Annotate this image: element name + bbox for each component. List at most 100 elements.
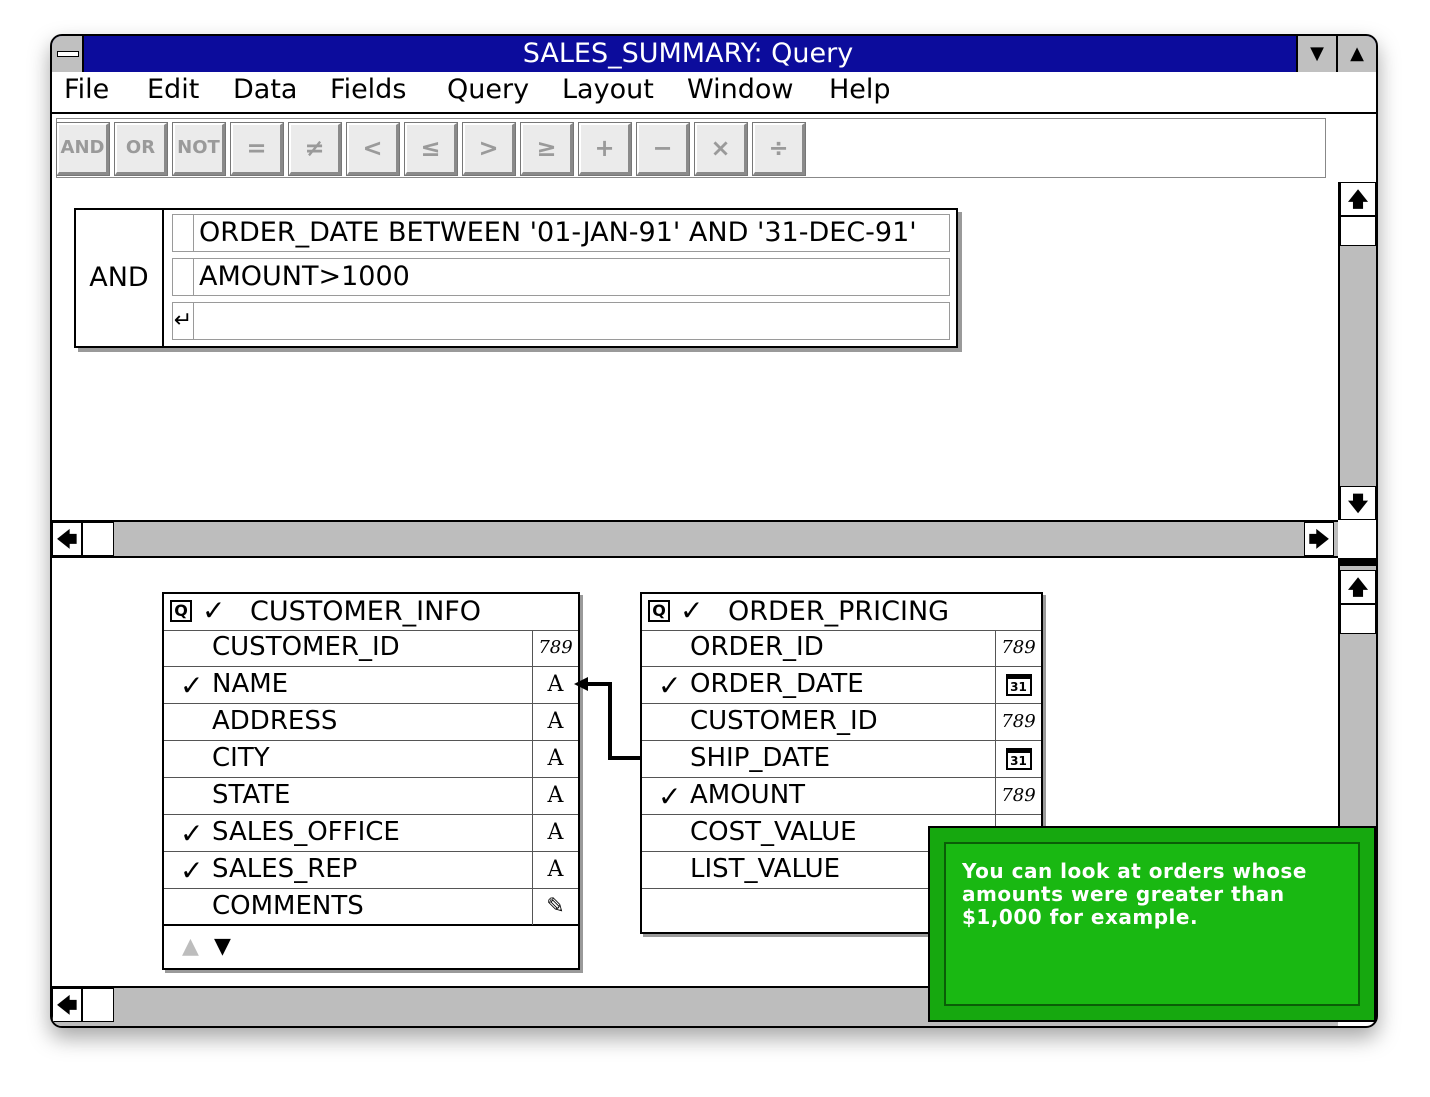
menu-file[interactable]: File [64, 74, 109, 105]
field-name: SALES_OFFICE [212, 817, 400, 847]
check-icon: ✓ [180, 817, 204, 850]
menu-data[interactable]: Data [233, 74, 297, 105]
field-row[interactable]: ADDRESS A [164, 704, 578, 741]
calendar-icon: 31 [1005, 674, 1032, 696]
check-icon[interactable]: ✓ [202, 594, 225, 627]
field-name: CITY [212, 743, 270, 773]
table-customer-info[interactable]: Q ✓ CUSTOMER_INFO CUSTOMER_ID 789 ✓ NAME… [162, 592, 580, 970]
divide-button[interactable]: ÷ [753, 123, 805, 175]
criteria-text[interactable]: AMOUNT>1000 [199, 259, 410, 295]
field-row[interactable]: ✓ NAME A [164, 667, 578, 704]
check-icon: ✓ [180, 854, 204, 887]
new-row-icon: ↵ [173, 303, 194, 339]
criteria-hscroll[interactable]: 🡄 🡆 [52, 520, 1338, 558]
scroll-thumb[interactable] [82, 988, 114, 1022]
criteria-vscroll[interactable]: 🡅 🡇 [1338, 182, 1376, 520]
field-row[interactable]: ✓ SALES_OFFICE A [164, 815, 578, 852]
menu-bar: File Edit Data Fields Query Layout Windo… [52, 72, 1376, 114]
calendar-icon: 31 [1005, 748, 1032, 770]
criteria-text[interactable]: ORDER_DATE BETWEEN '01-JAN-91' AND '31-D… [199, 215, 917, 251]
field-name: ADDRESS [212, 706, 338, 736]
not-equals-button[interactable]: ≠ [289, 123, 341, 175]
scroll-left-icon[interactable]: 🡄 [52, 522, 82, 556]
scroll-thumb[interactable] [1340, 604, 1376, 634]
field-name: ORDER_ID [690, 632, 824, 662]
scroll-down-icon[interactable]: 🡇 [1340, 486, 1376, 520]
scroll-left-icon[interactable]: 🡄 [52, 988, 82, 1022]
system-menu-button[interactable] [52, 36, 84, 72]
field-row[interactable]: COMMENTS ✎ [164, 889, 578, 926]
criteria-row-new[interactable]: ↵ [172, 302, 950, 340]
tutorial-tooltip: You can look at orders whose amounts wer… [928, 826, 1376, 1022]
window-title: SALES_SUMMARY: Query [522, 38, 854, 69]
field-row[interactable]: SHIP_DATE 31 [642, 741, 1041, 778]
less-equal-button[interactable]: ≤ [405, 123, 457, 175]
menu-layout[interactable]: Layout [562, 74, 654, 105]
menu-window[interactable]: Window [687, 74, 793, 105]
field-row[interactable]: STATE A [164, 778, 578, 815]
field-row[interactable]: ORDER_ID 789 [642, 630, 1041, 667]
table-header[interactable]: Q ✓ ORDER_PRICING [642, 594, 1041, 631]
or-button[interactable]: OR [115, 123, 167, 175]
scroll-thumb[interactable] [1340, 216, 1376, 246]
text-type-icon: A [532, 852, 578, 888]
table-header[interactable]: Q ✓ CUSTOMER_INFO [164, 594, 578, 631]
criteria-row[interactable]: AMOUNT>1000 [172, 258, 950, 296]
query-icon[interactable]: Q [648, 600, 670, 622]
criteria-grid: AND ORDER_DATE BETWEEN '01-JAN-91' AND '… [74, 208, 958, 348]
check-icon: ✓ [658, 669, 682, 702]
maximize-button[interactable]: ▲ [1336, 36, 1376, 72]
menu-query[interactable]: Query [447, 74, 529, 105]
multiply-button[interactable]: × [695, 123, 747, 175]
tooltip-text: You can look at orders whose amounts wer… [962, 859, 1307, 929]
check-icon[interactable]: ✓ [680, 594, 703, 627]
table-name: CUSTOMER_INFO [250, 596, 482, 627]
scroll-up-icon[interactable]: 🡅 [1340, 570, 1376, 604]
row-marker [173, 215, 194, 251]
text-type-icon: A [532, 815, 578, 851]
field-row[interactable]: ✓ AMOUNT 789 [642, 778, 1041, 815]
less-than-button[interactable]: < [347, 123, 399, 175]
greater-than-button[interactable]: > [463, 123, 515, 175]
pane-splitter[interactable] [1338, 558, 1376, 566]
field-row[interactable]: CITY A [164, 741, 578, 778]
number-type-icon: 789 [995, 778, 1041, 814]
minimize-button[interactable]: ▼ [1296, 36, 1336, 72]
scroll-up-icon[interactable]: 🡅 [1340, 182, 1376, 216]
field-name: ORDER_DATE [690, 669, 864, 699]
field-name: NAME [212, 669, 289, 699]
row-marker [173, 259, 194, 295]
greater-equal-button[interactable]: ≥ [521, 123, 573, 175]
check-icon: ✓ [658, 780, 682, 813]
minus-button[interactable]: − [637, 123, 689, 175]
equals-button[interactable]: = [231, 123, 283, 175]
query-icon[interactable]: Q [170, 600, 192, 622]
menu-edit[interactable]: Edit [147, 74, 199, 105]
criteria-row[interactable]: ORDER_DATE BETWEEN '01-JAN-91' AND '31-D… [172, 214, 950, 252]
scroll-right-icon[interactable]: 🡆 [1304, 522, 1334, 556]
number-type-icon: 789 [532, 630, 578, 666]
field-name: STATE [212, 780, 291, 810]
field-name: LIST_VALUE [690, 854, 841, 884]
check-icon: ✓ [180, 669, 204, 702]
field-row[interactable]: ✓ ORDER_DATE 31 [642, 667, 1041, 704]
field-row[interactable]: CUSTOMER_ID 789 [164, 630, 578, 667]
plus-button[interactable]: + [579, 123, 631, 175]
menu-fields[interactable]: Fields [330, 74, 406, 105]
scroll-up-icon[interactable]: ▲ [182, 934, 199, 959]
not-button[interactable]: NOT [173, 123, 225, 175]
scroll-down-icon[interactable]: ▼ [214, 934, 231, 959]
title-bar[interactable]: SALES_SUMMARY: Query ▼ ▲ [52, 36, 1376, 74]
toolbar-area: AND OR NOT = ≠ < ≤ > ≥ + − × ÷ [52, 114, 1376, 180]
text-type-icon: A [532, 778, 578, 814]
date-type-icon: 31 [995, 667, 1041, 703]
menu-help[interactable]: Help [829, 74, 891, 105]
field-row[interactable]: ✓ SALES_REP A [164, 852, 578, 889]
field-name: COMMENTS [212, 891, 364, 921]
field-row[interactable]: CUSTOMER_ID 789 [642, 704, 1041, 741]
scroll-thumb[interactable] [82, 522, 114, 556]
criteria-pane: AND ORDER_DATE BETWEEN '01-JAN-91' AND '… [52, 182, 1336, 520]
field-name: CUSTOMER_ID [212, 632, 400, 662]
criteria-operator[interactable]: AND [76, 210, 164, 346]
and-button[interactable]: AND [57, 123, 109, 175]
